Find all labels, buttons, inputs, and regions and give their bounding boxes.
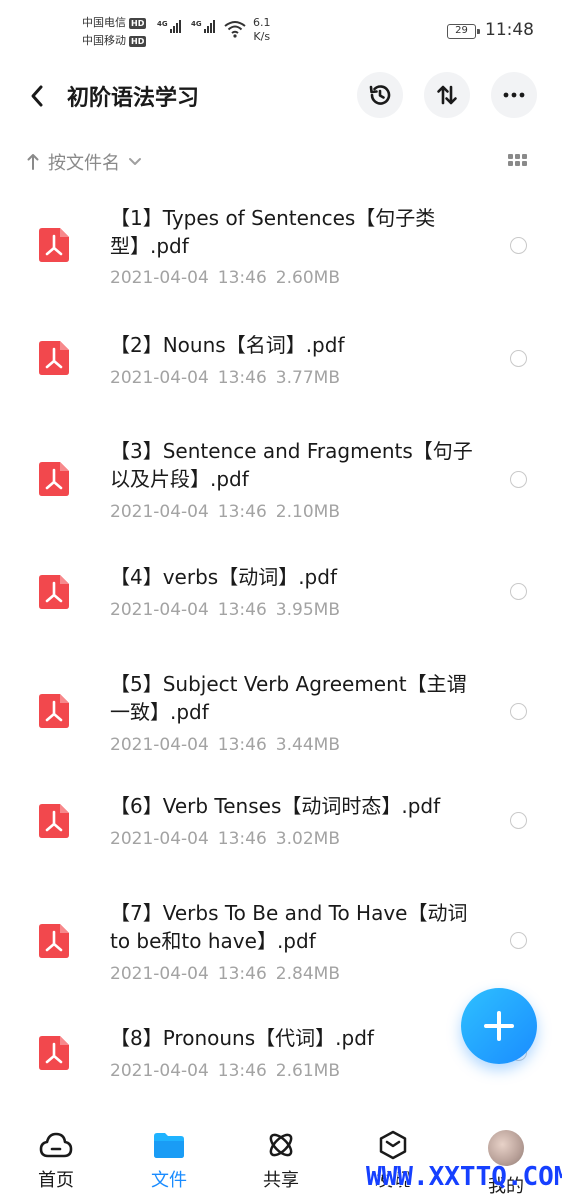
sort-swap-button[interactable]: [424, 72, 470, 118]
history-button[interactable]: [357, 72, 403, 118]
plus-icon: [484, 1011, 514, 1041]
select-radio[interactable]: [510, 471, 527, 488]
add-button[interactable]: [461, 988, 537, 1064]
file-meta: 2021-04-04 13:46 3.77MB: [110, 368, 340, 388]
file-name: 【8】Pronouns【代词】.pdf: [110, 1026, 374, 1050]
nav-share[interactable]: 共享: [241, 1130, 321, 1192]
file-name: 【6】Verb Tenses【动词时态】.pdf: [110, 794, 441, 818]
wifi-icon: [224, 21, 246, 38]
file-meta: 2021-04-04 13:46 2.10MB: [110, 502, 340, 522]
pdf-file-icon: [39, 228, 69, 262]
cloud-icon: [39, 1132, 73, 1158]
clock: 11:48: [485, 20, 534, 40]
network-speed: 6.1 K/s: [253, 16, 271, 43]
more-icon: [503, 92, 525, 98]
file-meta: 2021-04-04 13:46 2.61MB: [110, 1061, 340, 1081]
file-name: 【3】Sentence and Fragments【句子以及片段】.pdf: [110, 439, 473, 491]
history-icon: [369, 85, 391, 105]
file-name: 【4】verbs【动词】.pdf: [110, 565, 337, 589]
header: 初阶语法学习: [0, 70, 562, 122]
pdf-file-icon: [39, 924, 69, 958]
back-arrow-icon: [31, 85, 43, 107]
select-radio[interactable]: [510, 237, 527, 254]
select-radio[interactable]: [510, 583, 527, 600]
signal-icon: 4G: [157, 20, 181, 33]
carrier-2: 中国移动: [82, 34, 126, 47]
folder-icon: [154, 1133, 184, 1158]
list-item[interactable]: 【2】Nouns【名词】.pdf 2021-04-04 13:46 3.77MB: [0, 313, 562, 420]
grid-view-icon[interactable]: [508, 154, 528, 170]
nav-files[interactable]: 文件: [129, 1130, 209, 1192]
sort-label: 按文件名: [48, 153, 120, 174]
file-list: 【1】Types of Sentences【句子类型】.pdf 2021-04-…: [0, 196, 562, 1108]
file-meta: 2021-04-04 13:46 3.44MB: [110, 735, 340, 755]
list-item[interactable]: 【4】verbs【动词】.pdf 2021-04-04 13:46 3.95MB: [0, 546, 562, 651]
signal-icon: 4G: [191, 20, 215, 33]
hexagon-icon: [379, 1130, 407, 1160]
nav-home[interactable]: 首页: [16, 1130, 96, 1192]
page-title: 初阶语法学习: [67, 86, 200, 111]
back-button[interactable]: [22, 78, 52, 114]
avatar: [488, 1130, 524, 1166]
carrier-info: 中国电信 HD 中国移动 HD: [82, 14, 147, 50]
file-meta: 2021-04-04 13:46 3.95MB: [110, 600, 340, 620]
sort-by-name-button[interactable]: 按文件名: [26, 149, 142, 175]
list-item[interactable]: 【3】Sentence and Fragments【句子以及片段】.pdf 20…: [0, 420, 562, 546]
share-atom-icon: [269, 1133, 293, 1157]
arrow-up-icon: [27, 154, 39, 170]
sort-bar: 按文件名: [0, 145, 562, 179]
nav-share-label: 共享: [263, 1170, 299, 1191]
file-meta: 2021-04-04 13:46 3.02MB: [110, 829, 340, 849]
pdf-file-icon: [39, 1036, 69, 1070]
file-name: 【1】Types of Sentences【句子类型】.pdf: [110, 206, 436, 258]
file-name: 【5】Subject Verb Agreement【主谓一致】.pdf: [110, 672, 467, 724]
chevron-down-icon: [129, 158, 141, 165]
select-radio[interactable]: [510, 703, 527, 720]
pdf-file-icon: [39, 341, 69, 375]
hd-badge: HD: [129, 17, 147, 29]
carrier-1: 中国电信: [82, 16, 126, 29]
pdf-file-icon: [39, 694, 69, 728]
file-name: 【7】Verbs To Be and To Have【动词to be和to ha…: [110, 901, 468, 953]
sort-swap-icon: [437, 85, 457, 105]
list-item[interactable]: 【5】Subject Verb Agreement【主谓一致】.pdf 2021…: [0, 651, 562, 778]
file-name: 【2】Nouns【名词】.pdf: [110, 333, 345, 357]
select-radio[interactable]: [510, 350, 527, 367]
watermark: WWW.XXTTQ.COM: [366, 1162, 562, 1192]
pdf-file-icon: [39, 804, 69, 838]
file-meta: 2021-04-04 13:46 2.84MB: [110, 964, 340, 984]
select-radio[interactable]: [510, 932, 527, 949]
list-item[interactable]: 【7】Verbs To Be and To Have【动词to be和to ha…: [0, 882, 562, 1008]
list-item[interactable]: 【1】Types of Sentences【句子类型】.pdf 2021-04-…: [0, 196, 562, 313]
file-meta: 2021-04-04 13:46 2.60MB: [110, 268, 340, 288]
select-radio[interactable]: [510, 812, 527, 829]
pdf-file-icon: [39, 575, 69, 609]
pdf-file-icon: [39, 462, 69, 496]
hd-badge: HD: [129, 35, 147, 47]
status-bar: 中国电信 HD 中国移动 HD 4G 4G 6.1 K/s 29 11:48: [0, 0, 562, 56]
more-button[interactable]: [491, 72, 537, 118]
battery-icon: 29: [447, 24, 480, 39]
nav-home-label: 首页: [38, 1170, 74, 1191]
list-item[interactable]: 【6】Verb Tenses【动词时态】.pdf 2021-04-04 13:46…: [0, 778, 562, 882]
nav-files-label: 文件: [151, 1170, 187, 1191]
